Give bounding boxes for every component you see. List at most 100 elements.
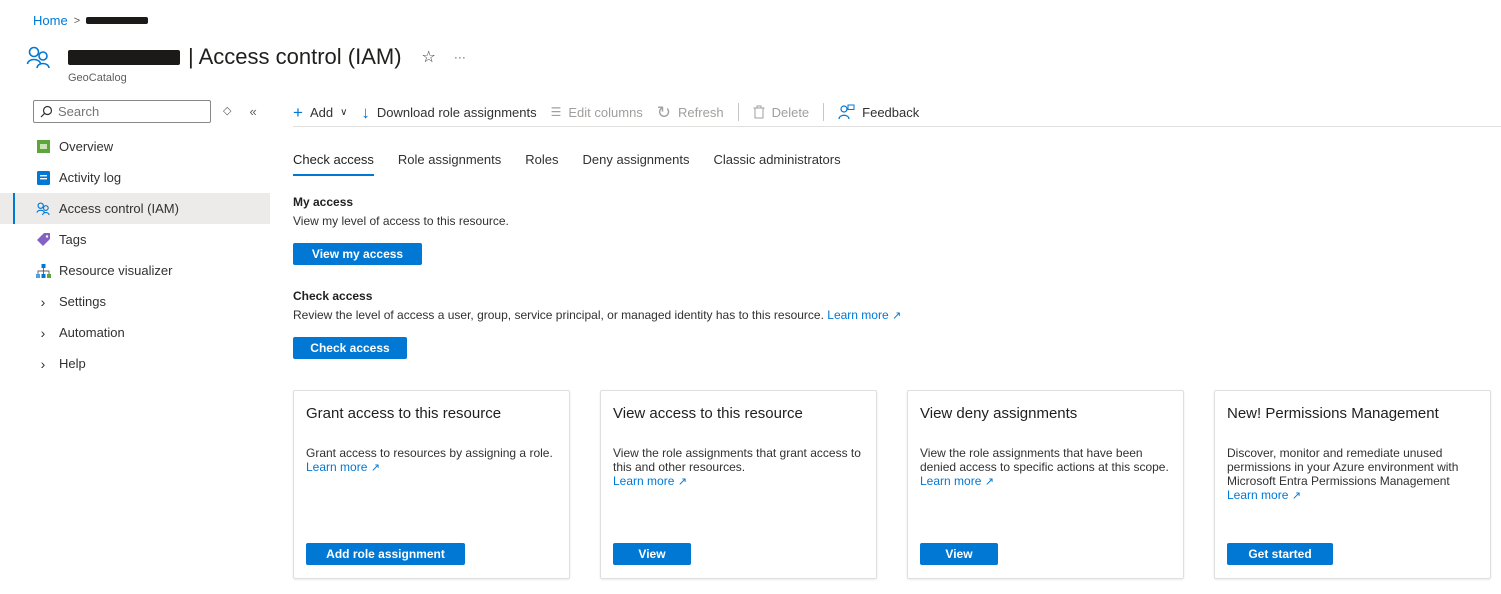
- card-title: View deny assignments: [920, 405, 1078, 422]
- chevron-right-icon: ›: [40, 324, 46, 341]
- card-description: Discover, monitor and remediate unused p…: [1227, 446, 1459, 488]
- breadcrumb: Home >: [33, 13, 149, 28]
- iam-tabs: Check access Role assignments Roles Deny…: [293, 152, 865, 176]
- sidebar-item-label: Resource visualizer: [59, 263, 173, 278]
- permissions-management-card: New! Permissions Management Discover, mo…: [1214, 390, 1491, 579]
- chevron-down-icon: ∨: [340, 106, 348, 118]
- tab-check-access[interactable]: Check access: [293, 152, 374, 176]
- external-link-icon: ↗: [677, 476, 687, 488]
- resource-name-redacted: [68, 49, 180, 65]
- toolbar-divider: [737, 103, 739, 121]
- tab-deny-assignments[interactable]: Deny assignments: [583, 152, 690, 176]
- breadcrumb-home-link[interactable]: Home: [33, 13, 68, 28]
- breadcrumb-resource-redacted[interactable]: [86, 17, 149, 24]
- sidebar-item-label: Automation: [59, 325, 125, 340]
- sidebar-group-automation[interactable]: › Automation: [0, 317, 270, 348]
- tab-classic-administrators[interactable]: Classic administrators: [713, 152, 840, 176]
- learn-more-link[interactable]: Learn more: [306, 460, 367, 474]
- external-link-icon: ↗: [892, 310, 902, 322]
- learn-more-link[interactable]: Learn more: [920, 474, 981, 488]
- more-options-icon[interactable]: ···: [454, 50, 466, 64]
- sidebar-item-label: Overview: [59, 139, 114, 154]
- resource-type-subtitle: GeoCatalog: [68, 72, 127, 84]
- my-access-text: View my level of access to this resource…: [293, 214, 509, 228]
- sidebar-item-resource-visualizer[interactable]: Resource visualizer: [0, 255, 270, 286]
- edit-columns-button[interactable]: ☰ Edit columns: [551, 105, 643, 120]
- external-link-icon: ↗: [1291, 490, 1301, 502]
- learn-more-link[interactable]: Learn more: [613, 474, 674, 488]
- feedback-label: Feedback: [862, 104, 920, 120]
- feedback-button[interactable]: Feedback: [838, 104, 919, 120]
- view-deny-assignments-button[interactable]: View: [920, 543, 998, 565]
- sidebar-group-help[interactable]: › Help: [0, 348, 270, 379]
- iam-icon: [26, 46, 50, 69]
- download-button-label: Download role assignments: [376, 104, 537, 120]
- check-access-text: Review the level of access a user, group…: [293, 308, 901, 322]
- sidebar-item-label: Access control (IAM): [59, 201, 179, 216]
- plus-icon: +: [293, 102, 303, 122]
- grant-access-card: Grant access to this resource Grant acce…: [293, 390, 570, 579]
- command-bar: + Add ∨ ↓ Download role assignments ☰ Ed…: [293, 98, 1501, 127]
- activity-log-icon: [36, 170, 51, 185]
- sidebar-search-input[interactable]: [58, 103, 198, 119]
- chevron-right-icon: ›: [40, 355, 46, 372]
- tab-roles[interactable]: Roles: [525, 152, 558, 176]
- download-icon: ↓: [361, 102, 370, 122]
- search-icon: [40, 105, 53, 117]
- card-description: View the role assignments that grant acc…: [613, 446, 861, 474]
- add-button[interactable]: + Add ∨: [293, 104, 347, 121]
- sidebar-search[interactable]: [33, 99, 211, 123]
- learn-more-link[interactable]: Learn more: [827, 308, 888, 322]
- toolbar-divider: [823, 103, 825, 121]
- trash-icon: [753, 105, 765, 119]
- get-started-button[interactable]: Get started: [1227, 543, 1333, 565]
- sidebar-item-label: Help: [59, 356, 86, 371]
- check-access-heading: Check access: [293, 289, 373, 303]
- sidebar-item-label: Settings: [59, 294, 106, 309]
- refresh-button[interactable]: ↻ Refresh: [657, 104, 724, 121]
- card-title: Grant access to this resource: [306, 405, 502, 422]
- filter-options-icon[interactable]: ◇: [223, 104, 231, 119]
- card-title: New! Permissions Management: [1227, 405, 1439, 422]
- tag-icon: [36, 232, 51, 247]
- view-my-access-button[interactable]: View my access: [293, 243, 422, 265]
- learn-more-link[interactable]: Learn more: [1227, 488, 1288, 502]
- sidebar-item-tags[interactable]: Tags: [0, 224, 270, 255]
- tab-role-assignments[interactable]: Role assignments: [398, 152, 501, 176]
- collapse-sidebar-icon[interactable]: «: [249, 104, 256, 119]
- external-link-icon: ↗: [370, 462, 380, 474]
- check-access-button[interactable]: Check access: [293, 337, 407, 359]
- check-access-section: Check access Review the level of access …: [293, 289, 901, 359]
- chevron-right-icon: ›: [40, 293, 46, 310]
- view-deny-assignments-card: View deny assignments View the role assi…: [907, 390, 1184, 579]
- card-title: View access to this resource: [613, 405, 803, 422]
- breadcrumb-separator: >: [73, 14, 81, 27]
- favorite-star-icon[interactable]: ☆: [422, 47, 436, 67]
- sidebar-group-settings[interactable]: › Settings: [0, 286, 270, 317]
- overview-icon: [36, 139, 51, 154]
- my-access-section: My access View my level of access to thi…: [293, 195, 509, 265]
- refresh-label: Refresh: [678, 104, 724, 120]
- page-header: | Access control (IAM) ☆ ···: [26, 44, 466, 70]
- sidebar-item-access-control[interactable]: Access control (IAM): [0, 193, 270, 224]
- edit-columns-label: Edit columns: [568, 104, 643, 120]
- sidebar: ◇ « Overview Activity log: [0, 98, 270, 379]
- card-description: Grant access to resources by assigning a…: [306, 446, 553, 460]
- sidebar-item-activity-log[interactable]: Activity log: [0, 162, 270, 193]
- delete-label: Delete: [771, 104, 810, 120]
- sidebar-item-overview[interactable]: Overview: [0, 131, 270, 162]
- view-access-card: View access to this resource View the ro…: [600, 390, 877, 579]
- page-title-text: | Access control (IAM): [188, 44, 402, 69]
- add-role-assignment-button[interactable]: Add role assignment: [306, 543, 465, 565]
- columns-icon: ☰: [550, 105, 562, 119]
- download-role-assignments-button[interactable]: ↓ Download role assignments: [361, 104, 536, 121]
- refresh-icon: ↻: [656, 102, 672, 122]
- external-link-icon: ↗: [984, 476, 994, 488]
- delete-button[interactable]: Delete: [753, 104, 810, 120]
- page-title: | Access control (IAM): [68, 44, 402, 70]
- add-button-label: Add: [309, 104, 334, 120]
- view-role-assignments-button[interactable]: View: [613, 543, 691, 565]
- iam-icon: [36, 201, 51, 216]
- card-description: View the role assignments that have been…: [920, 446, 1169, 474]
- resource-visualizer-icon: [36, 263, 51, 278]
